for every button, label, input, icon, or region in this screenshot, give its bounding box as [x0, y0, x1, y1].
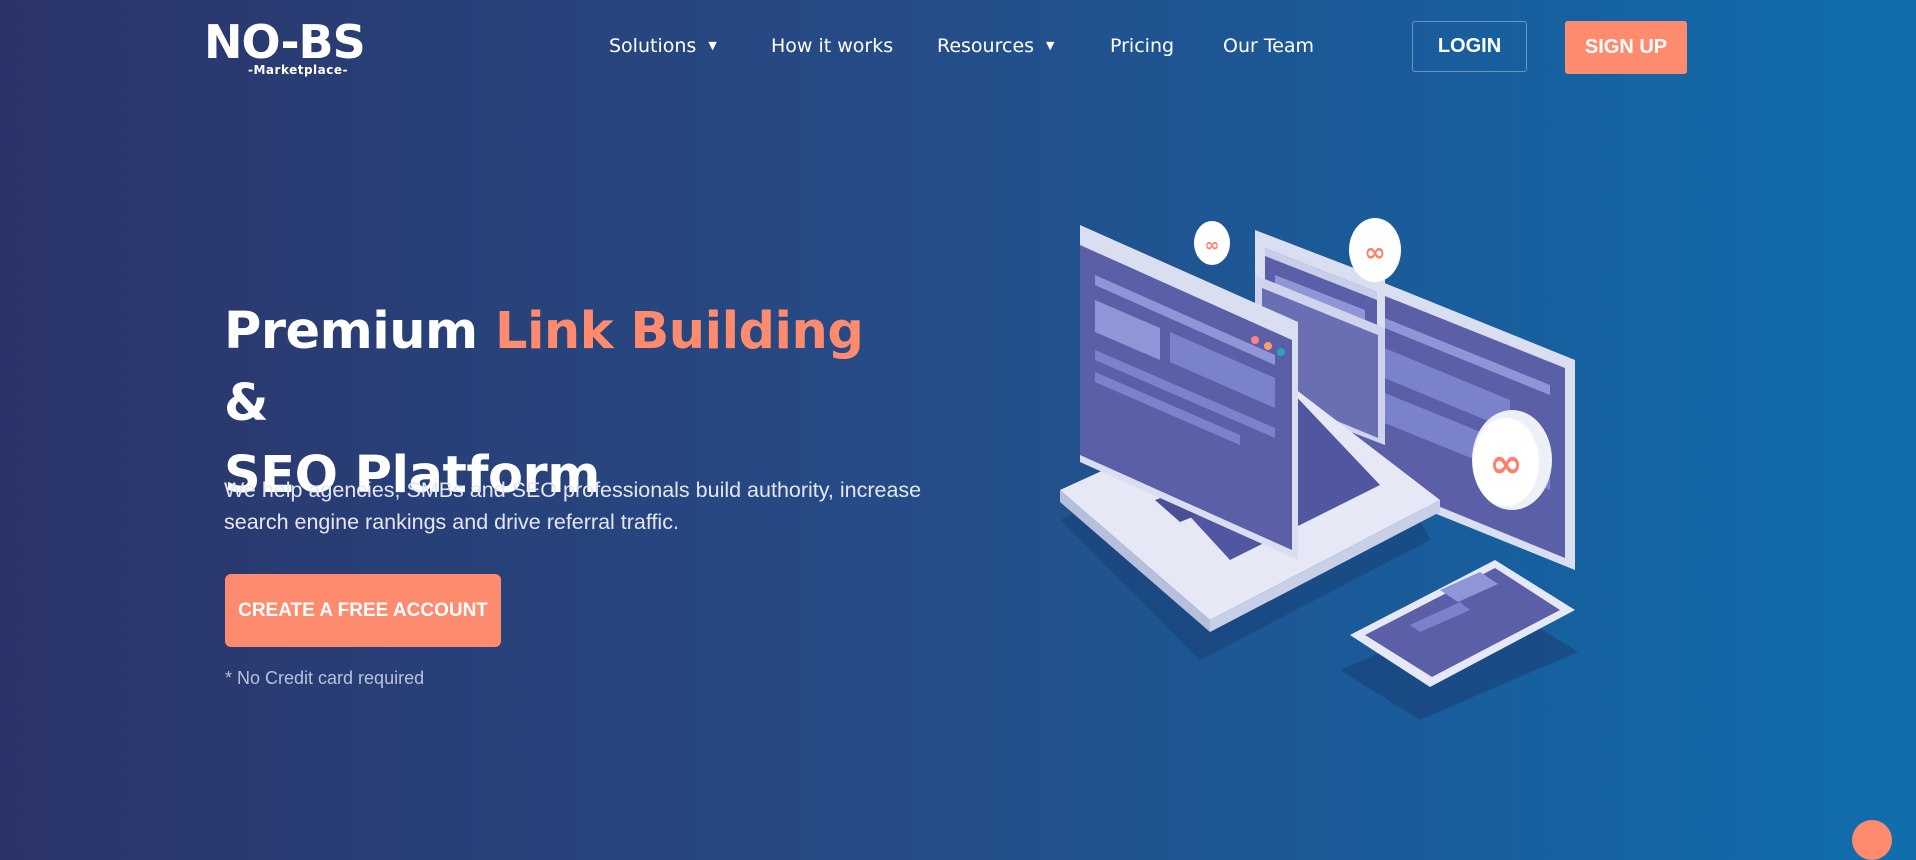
logo[interactable]: NO-BS -Marketplace-	[204, 16, 388, 80]
create-account-button[interactable]: CREATE A FREE ACCOUNT	[225, 574, 501, 647]
login-button[interactable]: LOGIN	[1412, 21, 1527, 72]
hero-description: We help agencies, SMBs and SEO professio…	[224, 478, 922, 534]
caret-down-icon: ▼	[708, 39, 717, 52]
hero-title-part2: &	[224, 374, 268, 433]
nav-item-pricing[interactable]: Pricing	[1110, 35, 1174, 57]
nav-item-label: Pricing	[1110, 35, 1175, 57]
chain-link-icon: ∞	[1472, 410, 1552, 510]
logo-text: NO-BS	[204, 15, 366, 69]
nav-item-how-it-works[interactable]: How it works	[771, 35, 893, 57]
svg-text:∞: ∞	[1364, 238, 1386, 268]
nav-item-our-team[interactable]: Our Team	[1223, 35, 1314, 57]
nav-item-solutions[interactable]: Solutions ▼	[609, 35, 717, 57]
nav-item-label: How it works	[771, 35, 894, 57]
hero-title-highlight: Link Building	[494, 302, 864, 361]
hero-title-part1: Premium	[224, 302, 495, 361]
chat-widget-icon[interactable]	[1852, 820, 1892, 860]
nav-item-label: Solutions	[609, 35, 697, 57]
logo-subtext: -Marketplace-	[248, 63, 349, 77]
nav-item-label: Resources	[937, 35, 1035, 57]
caret-down-icon: ▼	[1046, 39, 1055, 52]
nav-item-label: Our Team	[1223, 35, 1315, 57]
nav-item-resources[interactable]: Resources ▼	[937, 35, 1055, 57]
chain-link-icon: ∞	[1349, 218, 1401, 282]
svg-text:∞: ∞	[1489, 441, 1522, 487]
no-credit-card-note: * No Credit card required	[225, 668, 425, 688]
chain-link-icon: ∞	[1194, 221, 1230, 265]
svg-text:∞: ∞	[1205, 235, 1220, 256]
hero-illustration: ∞ ∞ ∞	[1060, 218, 1578, 720]
signup-button[interactable]: SIGN UP	[1565, 21, 1687, 74]
